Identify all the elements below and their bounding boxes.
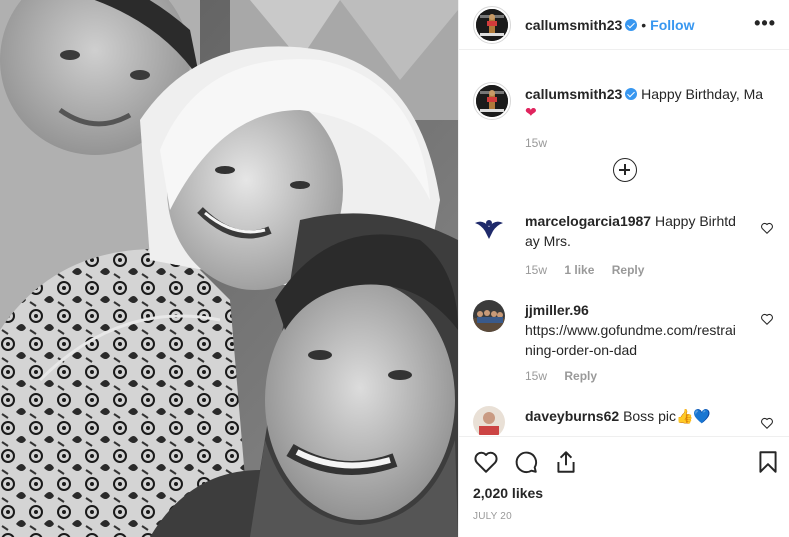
- comment-like-heart-icon[interactable]: [760, 312, 774, 326]
- commenter-avatar[interactable]: [473, 406, 505, 435]
- reply-button[interactable]: Reply: [564, 369, 597, 383]
- post-date[interactable]: JULY 20: [473, 511, 512, 522]
- author-avatar[interactable]: [476, 9, 508, 41]
- comment-item: marcelogarcia1987 Happy Birhtday Mrs. 15…: [473, 211, 778, 281]
- commenter-avatar[interactable]: [473, 211, 505, 243]
- more-options-icon[interactable]: •••: [754, 14, 776, 32]
- heart-icon[interactable]: [473, 449, 499, 475]
- likes-count[interactable]: 2,020 likes: [473, 485, 543, 501]
- verified-badge-icon: [625, 19, 638, 31]
- group-photo-avatar-icon: [473, 300, 505, 332]
- caption-timestamp[interactable]: 15w: [525, 136, 547, 150]
- comment-item: jjmiller.96 https://www.gofundme.com/res…: [473, 300, 778, 390]
- red-heart-emoji: ❤: [525, 104, 537, 120]
- caption-text: Happy Birthday, Ma: [641, 86, 764, 102]
- separator-dot: •: [641, 17, 647, 33]
- comment-like-heart-icon[interactable]: [760, 416, 774, 430]
- comment-likes[interactable]: 1 like: [564, 263, 594, 277]
- comment-username[interactable]: daveyburns62: [525, 408, 619, 424]
- comment-text-block: daveyburns62 Boss pic👍💙: [525, 406, 740, 426]
- post-header: callumsmith23 • Follow •••: [459, 0, 789, 50]
- caption: callumsmith23 Happy Birthday, Ma ❤: [525, 85, 775, 121]
- caption-avatar[interactable]: [476, 85, 508, 117]
- comments-list[interactable]: callumsmith23 Happy Birthday, Ma ❤ 15w m…: [459, 51, 789, 435]
- share-icon[interactable]: [553, 449, 579, 475]
- reply-button[interactable]: Reply: [612, 263, 645, 277]
- bookmark-icon[interactable]: [755, 449, 781, 475]
- comment-meta: 15w Reply: [525, 369, 611, 383]
- verified-badge-icon: [625, 88, 638, 100]
- load-more-comments-button[interactable]: [613, 158, 637, 182]
- comment-icon[interactable]: [513, 449, 539, 475]
- comment-time[interactable]: 15w: [525, 369, 547, 383]
- post-photo-image: [0, 0, 458, 537]
- comment-text-block: jjmiller.96 https://www.gofundme.com/res…: [525, 300, 740, 360]
- comment-username[interactable]: marcelogarcia1987: [525, 213, 651, 229]
- header-name-row: callumsmith23 • Follow: [525, 17, 695, 35]
- comment-username[interactable]: jjmiller.96: [525, 302, 589, 318]
- comment-item: daveyburns62 Boss pic👍💙: [473, 406, 778, 435]
- boxer-avatar-icon: [476, 9, 508, 41]
- post-details-panel: callumsmith23 • Follow ••• callumsmith23 H…: [458, 0, 789, 537]
- follow-button[interactable]: Follow: [650, 17, 694, 33]
- person-avatar-icon: [473, 406, 505, 435]
- comment-time[interactable]: 15w: [525, 263, 547, 277]
- commenter-avatar[interactable]: [473, 300, 505, 332]
- comment-text-block: marcelogarcia1987 Happy Birhtday Mrs.: [525, 211, 740, 251]
- thumbs-up-blue-heart-emoji: 👍💙: [675, 408, 711, 424]
- comment-meta: 15w 1 like Reply: [525, 263, 658, 277]
- eagle-avatar-icon: [473, 211, 505, 243]
- post-photo[interactable]: [0, 0, 458, 537]
- comment-text: Boss pic: [623, 408, 676, 424]
- caption-username[interactable]: callumsmith23: [525, 86, 622, 102]
- author-username[interactable]: callumsmith23: [525, 17, 622, 33]
- comment-link[interactable]: https://www.gofundme.com/restraining-ord…: [525, 322, 736, 358]
- boxer-avatar-icon: [476, 85, 508, 117]
- comment-like-heart-icon[interactable]: [760, 221, 774, 235]
- post-actions: 2,020 likes JULY 20: [459, 436, 789, 537]
